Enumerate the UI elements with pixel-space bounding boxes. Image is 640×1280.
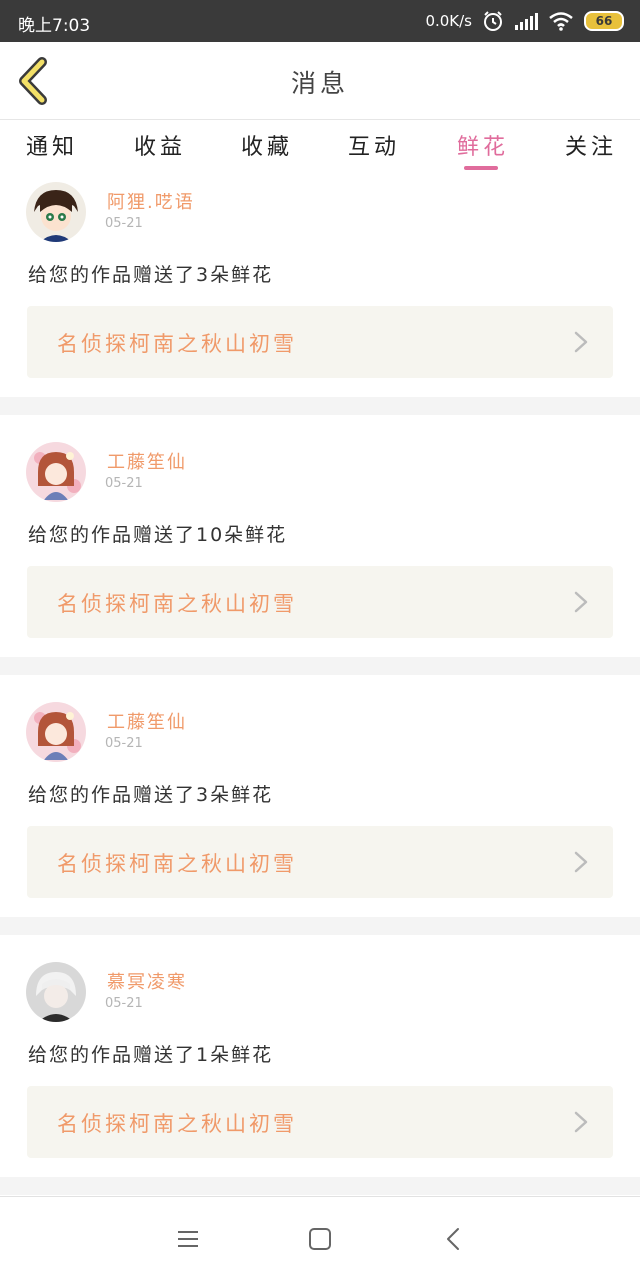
wifi-icon <box>549 12 573 31</box>
back-triangle-icon[interactable] <box>438 1223 470 1255</box>
work-title: 名侦探柯南之秋山初雪 <box>57 592 297 616</box>
signal-icon <box>515 13 538 30</box>
divider <box>0 657 640 675</box>
message-date: 05-21 <box>105 996 143 1011</box>
list-item: 慕冥凌寒 05-21 给您的作品赠送了1朵鲜花 名侦探柯南之秋山初雪 <box>0 950 640 1192</box>
tab-notice[interactable]: 通知 <box>26 129 78 161</box>
list-item: 阿狸.呓语 05-21 给您的作品赠送了3朵鲜花 名侦探柯南之秋山初雪 <box>0 170 640 412</box>
tab-flowers[interactable]: 鲜花 <box>457 129 509 161</box>
divider <box>0 1177 640 1195</box>
message-date: 05-21 <box>105 216 143 231</box>
chevron-right-icon <box>574 591 588 613</box>
work-title: 名侦探柯南之秋山初雪 <box>57 332 297 356</box>
username[interactable]: 阿狸.呓语 <box>107 188 195 214</box>
avatar[interactable] <box>26 442 86 502</box>
message-text: 给您的作品赠送了3朵鲜花 <box>28 784 274 806</box>
header: 消息 <box>0 42 640 120</box>
chevron-right-icon <box>574 851 588 873</box>
status-time: 晚上7:03 <box>18 16 91 36</box>
tab-earnings[interactable]: 收益 <box>134 129 186 161</box>
tab-favorites[interactable]: 收藏 <box>241 129 293 161</box>
home-square-icon[interactable] <box>304 1223 336 1255</box>
alarm-icon <box>484 11 502 31</box>
work-link[interactable]: 名侦探柯南之秋山初雪 <box>27 1086 613 1158</box>
username[interactable]: 工藤笙仙 <box>107 708 187 734</box>
username[interactable]: 慕冥凌寒 <box>107 968 187 994</box>
battery-icon: 66 <box>584 11 624 31</box>
net-speed: 0.0K/s <box>425 12 472 30</box>
tab-bar: 通知 收益 收藏 互动 鲜花 关注 <box>0 121 640 173</box>
divider <box>0 397 640 415</box>
tab-follow[interactable]: 关注 <box>565 129 617 161</box>
message-text: 给您的作品赠送了3朵鲜花 <box>28 264 274 286</box>
message-text: 给您的作品赠送了1朵鲜花 <box>28 1044 274 1066</box>
work-title: 名侦探柯南之秋山初雪 <box>57 852 297 876</box>
avatar[interactable] <box>26 702 86 762</box>
message-date: 05-21 <box>105 736 143 751</box>
work-link[interactable]: 名侦探柯南之秋山初雪 <box>27 306 613 378</box>
username[interactable]: 工藤笙仙 <box>107 448 187 474</box>
chevron-right-icon <box>574 331 588 353</box>
menu-icon[interactable] <box>172 1223 204 1255</box>
chevron-right-icon <box>574 1111 588 1133</box>
work-link[interactable]: 名侦探柯南之秋山初雪 <box>27 566 613 638</box>
work-link[interactable]: 名侦探柯南之秋山初雪 <box>27 826 613 898</box>
message-text: 给您的作品赠送了10朵鲜花 <box>28 524 288 546</box>
status-icons: 0.0K/s 66 <box>425 9 624 33</box>
list-item: 工藤笙仙 05-21 给您的作品赠送了3朵鲜花 名侦探柯南之秋山初雪 <box>0 690 640 932</box>
avatar[interactable] <box>26 182 86 242</box>
list-item: 工藤笙仙 05-21 给您的作品赠送了10朵鲜花 名侦探柯南之秋山初雪 <box>0 430 640 672</box>
status-bar: 晚上7:03 0.0K/s 66 <box>0 0 640 42</box>
page-title: 消息 <box>290 69 349 98</box>
tab-interaction[interactable]: 互动 <box>348 129 400 161</box>
message-date: 05-21 <box>105 476 143 491</box>
avatar[interactable] <box>26 962 86 1022</box>
work-title: 名侦探柯南之秋山初雪 <box>57 1112 297 1136</box>
divider <box>0 917 640 935</box>
system-nav-bar <box>0 1196 640 1280</box>
